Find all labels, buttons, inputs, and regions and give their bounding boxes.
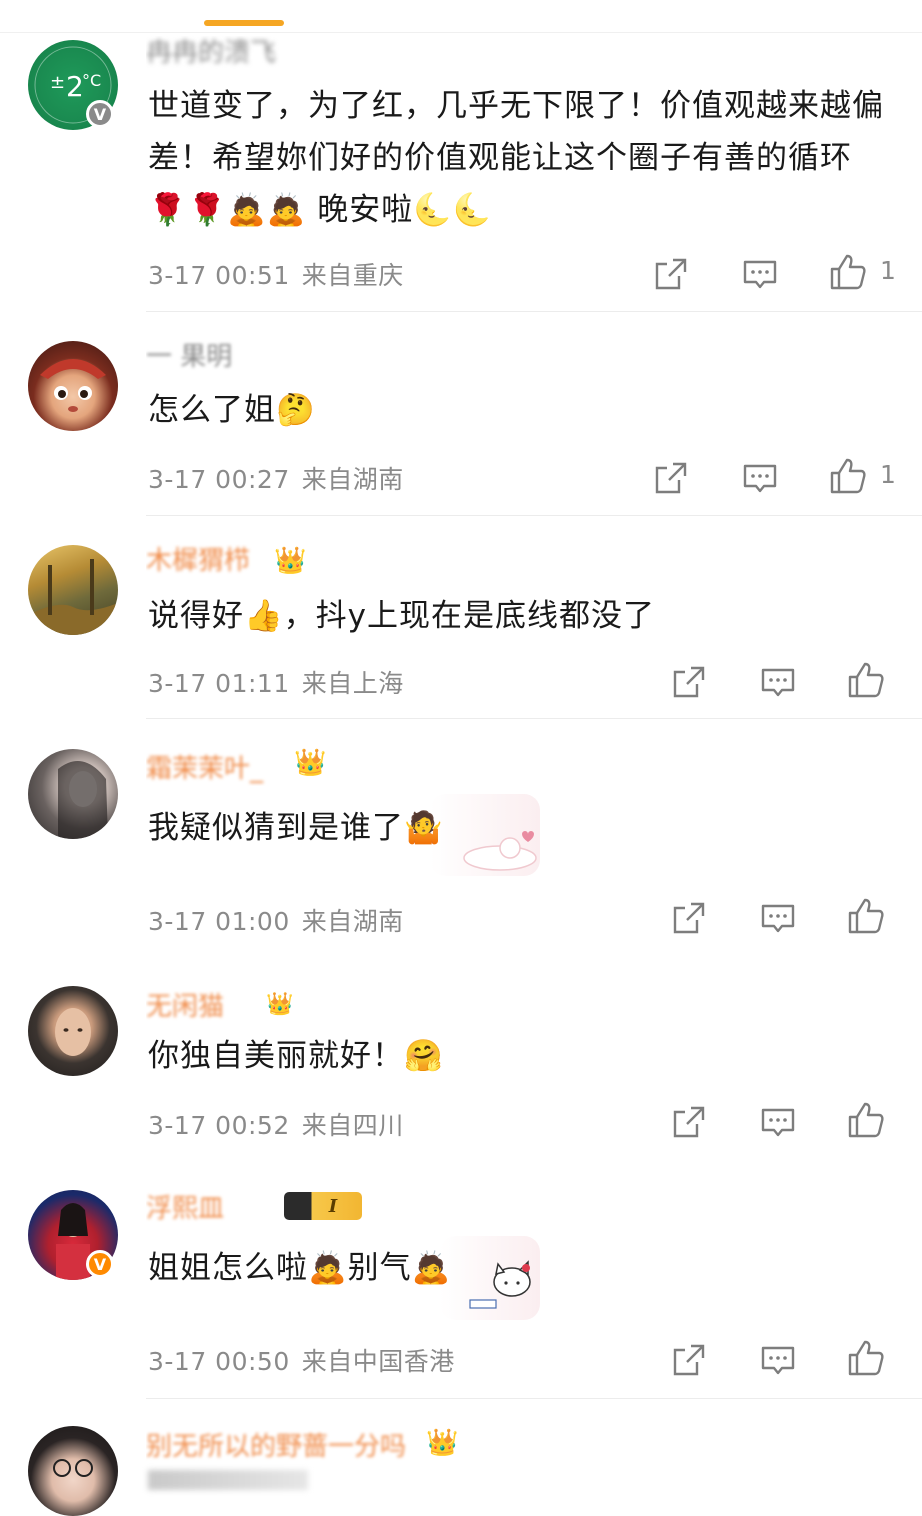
crown-icon: 👑 xyxy=(274,546,307,576)
comment-time: 3-17 00:50 xyxy=(148,1347,290,1376)
comment-location: 来自重庆 xyxy=(301,261,404,290)
share-button[interactable] xyxy=(669,1340,709,1380)
comment-text: 你独自美丽就好！🤗 xyxy=(148,1038,444,1074)
comment-location: 来自湖南 xyxy=(301,907,404,936)
comment-text: 姐姐怎么啦🙇别气🙇 xyxy=(148,1250,452,1286)
share-icon xyxy=(673,1344,705,1376)
comment-icon xyxy=(743,464,777,493)
username[interactable]: 无闲猫 xyxy=(146,990,266,1024)
username[interactable]: 浮熙皿 xyxy=(146,1192,266,1226)
share-icon xyxy=(673,1106,705,1138)
comment-text: 说得好👍，抖y上现在是底线都没了 xyxy=(148,598,655,634)
comment-text: 怎么了姐🤔 xyxy=(148,392,316,428)
thumbs-up-icon xyxy=(848,662,884,698)
comment-meta: 3-17 00:27 来自湖南 xyxy=(148,460,404,496)
share-button[interactable] xyxy=(651,458,691,498)
comment-text xyxy=(148,1470,308,1490)
comment-text: 世道变了，为了红，几乎无下限了！价值观越来越偏差！希望妳们好的价值观能让这个圈子… xyxy=(148,88,884,228)
share-button[interactable] xyxy=(669,1102,709,1142)
username[interactable]: 霜茉茉叶_ xyxy=(146,752,286,786)
avatar-character-icon xyxy=(40,359,106,412)
avatar[interactable] xyxy=(28,341,118,431)
share-button[interactable] xyxy=(651,254,691,294)
divider xyxy=(146,515,922,516)
comment-text: 我疑似猜到是谁了🤷 xyxy=(148,810,444,846)
comment-button[interactable] xyxy=(740,254,780,294)
level-badge-label: I xyxy=(328,1195,338,1217)
comment-meta: 3-17 00:52 来自四川 xyxy=(148,1106,404,1142)
level-badge: I xyxy=(284,1192,362,1220)
comment-icon xyxy=(761,1346,795,1375)
divider xyxy=(146,718,922,719)
share-icon xyxy=(673,902,705,934)
avatar-portrait-icon xyxy=(58,761,108,839)
comment-time: 3-17 00:27 xyxy=(148,465,290,494)
svg-text:±: ± xyxy=(50,72,65,93)
comment-button[interactable] xyxy=(758,662,798,702)
comment-location: 来自四川 xyxy=(301,1111,404,1140)
comment-time: 3-17 00:51 xyxy=(148,261,290,290)
like-count: 1 xyxy=(880,460,896,489)
avatar-landscape-icon xyxy=(28,559,118,635)
like-button[interactable] xyxy=(828,252,868,292)
like-count: 1 xyxy=(880,256,896,285)
crown-icon: 👑 xyxy=(426,1428,459,1458)
divider xyxy=(146,311,922,312)
avatar[interactable] xyxy=(28,986,118,1076)
comment-icon xyxy=(743,260,777,289)
verified-badge: V xyxy=(86,1250,114,1278)
top-divider xyxy=(0,32,922,33)
username[interactable]: 别无所以的野蔷一分吗 xyxy=(146,1430,426,1464)
share-icon xyxy=(673,666,705,698)
comment-icon xyxy=(761,668,795,697)
thumbs-up-icon xyxy=(830,458,866,494)
comment-icon xyxy=(761,904,795,933)
comment-time: 3-17 01:00 xyxy=(148,907,290,936)
username[interactable]: 一 果明 xyxy=(146,340,256,374)
crown-icon: 👑 xyxy=(266,992,294,1017)
comment-button[interactable] xyxy=(758,898,798,938)
like-button[interactable] xyxy=(846,1100,886,1140)
avatar[interactable] xyxy=(28,545,118,635)
tab-indicator xyxy=(204,20,284,26)
thumbs-up-icon xyxy=(848,1102,884,1138)
comment-button[interactable] xyxy=(758,1102,798,1142)
avatar-face-icon xyxy=(55,1008,91,1056)
divider xyxy=(146,1398,922,1399)
share-button[interactable] xyxy=(669,898,709,938)
avatar-glasses-icon xyxy=(53,1459,93,1477)
thumbs-up-icon xyxy=(848,898,884,934)
comment-icon xyxy=(761,1108,795,1137)
comment-meta: 3-17 00:50 来自中国香港 xyxy=(148,1342,455,1378)
thumbs-up-icon xyxy=(830,254,866,290)
thumbs-up-icon xyxy=(848,1340,884,1376)
like-button[interactable] xyxy=(828,456,868,496)
comment-meta: 3-17 01:00 来自湖南 xyxy=(148,902,404,938)
share-icon xyxy=(655,258,687,290)
comment-location: 来自湖南 xyxy=(301,465,404,494)
share-button[interactable] xyxy=(669,662,709,702)
svg-text:°C: °C xyxy=(82,71,101,90)
comment-time: 3-17 00:52 xyxy=(148,1111,290,1140)
comment-time: 3-17 01:11 xyxy=(148,669,290,698)
comment-button[interactable] xyxy=(740,458,780,498)
comment-button[interactable] xyxy=(758,1340,798,1380)
like-button[interactable] xyxy=(846,660,886,700)
like-button[interactable] xyxy=(846,896,886,936)
share-icon xyxy=(655,462,687,494)
avatar[interactable] xyxy=(28,749,118,839)
verified-badge: V xyxy=(86,100,114,128)
comment-location: 来自上海 xyxy=(301,669,404,698)
comment-meta: 3-17 00:51 来自重庆 xyxy=(148,256,404,292)
username[interactable]: 冉冉的溃飞 xyxy=(146,36,296,70)
username[interactable]: 木樨猬栉 xyxy=(146,544,271,578)
crown-icon: 👑 xyxy=(294,748,327,778)
avatar[interactable] xyxy=(28,1426,118,1516)
like-button[interactable] xyxy=(846,1338,886,1378)
comment-meta: 3-17 01:11 来自上海 xyxy=(148,664,404,700)
comment-location: 来自中国香港 xyxy=(301,1347,455,1376)
